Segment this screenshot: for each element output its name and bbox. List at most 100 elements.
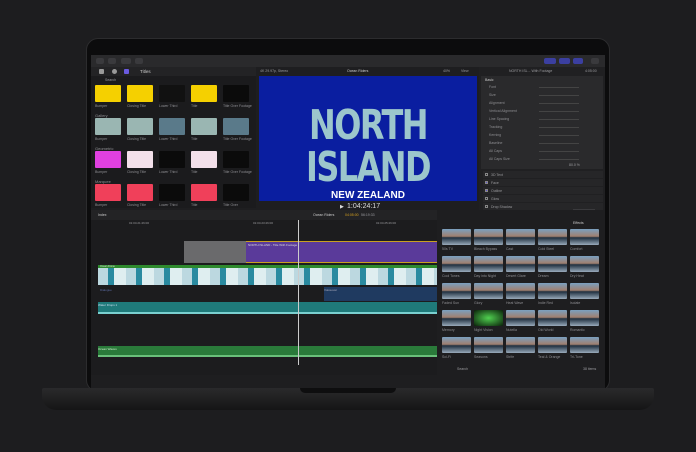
inspector-section[interactable]: 3D Text (483, 171, 603, 178)
checkbox[interactable] (485, 181, 488, 184)
effect-thumbnail[interactable] (506, 283, 535, 299)
title-thumbnail[interactable] (159, 85, 185, 102)
effect-thumbnail[interactable] (474, 229, 503, 245)
effect-thumbnail[interactable] (474, 283, 503, 299)
inspector-section[interactable]: Face (483, 179, 603, 186)
effect-thumbnail[interactable] (474, 337, 503, 353)
playhead[interactable] (298, 220, 299, 365)
titles-icon[interactable] (124, 69, 129, 74)
key-icon[interactable] (121, 58, 131, 64)
timeline-position: 04:05:00 (345, 213, 359, 217)
music-clip[interactable]: Water Drops 1 (98, 302, 437, 314)
effect-thumbnail[interactable] (506, 337, 535, 353)
effect-thumbnail[interactable] (538, 337, 567, 353)
title-thumbnail[interactable] (159, 151, 185, 168)
title-thumbnail[interactable] (159, 184, 185, 201)
effect-thumbnail[interactable] (506, 229, 535, 245)
title-thumbnail[interactable] (223, 118, 249, 135)
timeline-project[interactable]: Ocean Riders (313, 213, 334, 217)
photos-icon[interactable] (112, 69, 117, 74)
search-field[interactable]: Search (105, 78, 116, 82)
effects-header[interactable]: Effects (573, 221, 584, 225)
share-icon[interactable] (591, 58, 599, 64)
title-thumbnail[interactable] (191, 85, 217, 102)
title-thumbnail[interactable] (127, 151, 153, 168)
title-thumbnail[interactable] (191, 184, 217, 201)
title-thumbnail[interactable] (127, 85, 153, 102)
title-thumbnail[interactable] (191, 118, 217, 135)
effect-thumbnail[interactable] (442, 229, 471, 245)
title-thumbnail[interactable] (223, 184, 249, 201)
effect-thumbnail[interactable] (442, 283, 471, 299)
effect-thumbnail[interactable] (506, 256, 535, 272)
effect-thumbnail[interactable] (442, 337, 471, 353)
index-button[interactable]: Index (98, 213, 107, 217)
inspector-section[interactable]: Glow (483, 195, 603, 202)
format-label: 4K 29.97p, Stereo (260, 69, 289, 73)
title-thumbnail[interactable] (127, 184, 153, 201)
inspector-control[interactable] (539, 103, 579, 104)
effect-thumbnail[interactable] (570, 283, 599, 299)
effect-thumbnail[interactable] (570, 337, 599, 353)
effect-thumbnail[interactable] (570, 256, 599, 272)
library-icon[interactable] (99, 69, 104, 74)
keyword-icon[interactable] (108, 58, 116, 64)
checkbox[interactable] (485, 205, 488, 208)
effect-thumbnail[interactable] (506, 310, 535, 326)
effect-name: Comfort (570, 247, 583, 251)
inspector-control[interactable] (539, 95, 579, 96)
title-thumbnail[interactable] (95, 151, 121, 168)
effect-thumbnail[interactable] (474, 310, 503, 326)
video-clip[interactable]: Ocean Drone (98, 265, 437, 285)
inspector-control[interactable] (539, 127, 579, 128)
effect-thumbnail[interactable] (538, 283, 567, 299)
inspector-control[interactable] (539, 135, 579, 136)
zoom-menu[interactable]: 40% (443, 69, 450, 73)
effect-thumbnail[interactable] (538, 310, 567, 326)
layout-inspector-button[interactable] (573, 58, 583, 64)
browser-tab[interactable]: Titles (140, 69, 151, 74)
inspector-control[interactable] (539, 151, 579, 152)
checkbox[interactable] (485, 197, 488, 200)
inspector-row-label: Line Spacing (489, 117, 510, 121)
checkbox[interactable] (485, 173, 488, 176)
effect-name: Tri-Tone (570, 355, 583, 359)
title-thumbnail[interactable] (223, 151, 249, 168)
title-clip[interactable]: NORTH ISLAND - Title With Footage (246, 241, 437, 263)
inspector-row-label: Kerning (489, 133, 502, 137)
layout-browser-button[interactable] (544, 58, 556, 64)
basic-section[interactable]: Basic (485, 78, 494, 82)
layout-timeline-button[interactable] (559, 58, 570, 64)
view-menu[interactable]: View (461, 69, 469, 73)
sfx-clip[interactable]: Ocean Waves (98, 346, 437, 357)
inspector-row-label: Tracking (489, 125, 503, 129)
effect-thumbnail[interactable] (442, 256, 471, 272)
all-caps-size-value[interactable]: 80.0 % (569, 163, 580, 167)
inspector-control[interactable] (539, 119, 579, 120)
inspector-control[interactable] (539, 87, 579, 88)
gap-clip[interactable] (184, 241, 246, 263)
effect-thumbnail[interactable] (538, 256, 567, 272)
effect-thumbnail[interactable] (442, 310, 471, 326)
title-thumbnail[interactable] (223, 85, 249, 102)
effect-thumbnail[interactable] (538, 229, 567, 245)
checkbox[interactable] (485, 189, 488, 192)
effect-thumbnail[interactable] (570, 229, 599, 245)
title-thumbnail[interactable] (127, 118, 153, 135)
effects-search[interactable]: Search (457, 367, 468, 371)
effect-thumbnail[interactable] (474, 256, 503, 272)
title-thumbnail[interactable] (191, 151, 217, 168)
voiceover-clip[interactable]: Voiceover (324, 287, 437, 301)
inspector-section[interactable]: Outline (483, 187, 603, 194)
title-thumbnail[interactable] (159, 118, 185, 135)
inspector-control[interactable] (539, 159, 579, 160)
inspector-control[interactable] (539, 111, 579, 112)
title-thumbnail[interactable] (95, 118, 121, 135)
title-thumbnail[interactable] (95, 184, 121, 201)
title-thumbnail[interactable] (95, 85, 121, 102)
inspector-control[interactable] (539, 143, 579, 144)
check-icon[interactable] (135, 58, 143, 64)
effect-thumbnail[interactable] (570, 310, 599, 326)
import-icon[interactable] (96, 58, 104, 64)
title-name: Bumper (95, 203, 108, 207)
